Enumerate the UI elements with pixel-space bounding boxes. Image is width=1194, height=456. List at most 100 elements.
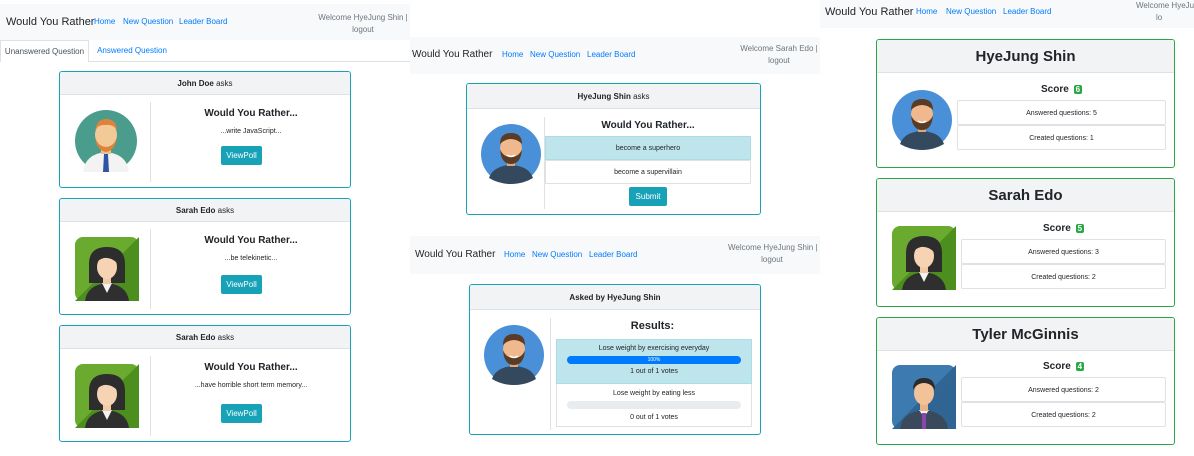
results-panel: Would You Rather Home New Question Leade… (410, 236, 820, 446)
option-two[interactable]: become a supervillain (545, 160, 751, 184)
nav-leader-board[interactable]: Leader Board (587, 50, 635, 59)
asks-label: asks (633, 92, 650, 101)
welcome-text: Welcome HyeJu lo (1136, 0, 1194, 24)
nav-home[interactable]: Home (916, 7, 937, 16)
user-name: HyeJung Shin (877, 40, 1174, 73)
avatar-man-blond-beard-icon (75, 110, 137, 172)
nav-home[interactable]: Home (502, 50, 523, 59)
created-count: Created questions: 2 (961, 264, 1166, 289)
asks-label: asks (217, 333, 235, 342)
navbar: Would You Rather Home New Question Leade… (820, 0, 1194, 28)
created-count: Created questions: 2 (961, 402, 1166, 427)
brand[interactable]: Would You Rather (415, 249, 495, 260)
nav-leader-board[interactable]: Leader Board (179, 17, 227, 26)
score-badge: 4 (1075, 362, 1085, 371)
vote-count: 0 out of 1 votes (630, 414, 678, 421)
score-badge: 6 (1073, 85, 1083, 94)
asks-label: asks (217, 206, 235, 215)
avatar-man-beard-blue-bg-icon (484, 325, 544, 385)
score: Score 6 (957, 84, 1166, 95)
logout-link[interactable]: lo (1136, 12, 1194, 24)
progress-track: 100% (567, 356, 741, 364)
nav-leader-board[interactable]: Leader Board (1003, 7, 1051, 16)
card-header: Sarah Edo asks (60, 326, 350, 349)
result-option-two: Lose weight by eating less 0 out of 1 vo… (556, 384, 752, 427)
avatar-man-beard-blue-bg-icon (892, 90, 952, 150)
nav-new-question[interactable]: New Question (530, 50, 580, 59)
logout-link[interactable]: logout (728, 254, 816, 266)
card-header: Asked by HyeJung Shin (470, 285, 760, 310)
question-preview: ...be telekinetic... (224, 255, 278, 262)
welcome-text: Welcome Sarah Edo | logout (740, 43, 818, 67)
question-title: Would You Rather... (204, 362, 298, 373)
view-poll-button[interactable]: ViewPoll (221, 404, 262, 423)
poll-panel: Would You Rather Home New Question Leade… (410, 37, 820, 220)
brand[interactable]: Would You Rather (825, 6, 913, 18)
asked-by: Asked by HyeJung Shin (569, 293, 661, 302)
score: Score 5 (961, 223, 1166, 234)
author-name: Sarah Edo (175, 333, 216, 342)
tab-unanswered[interactable]: Unanswered Question (0, 40, 89, 62)
welcome-text: Welcome HyeJung Shin | logout (318, 12, 408, 36)
nav-home[interactable]: Home (94, 17, 115, 26)
brand[interactable]: Would You Rather (6, 16, 94, 28)
tabs: Unanswered Question Answered Question (0, 40, 410, 62)
avatar-man-beard-blue-bg-icon (481, 124, 541, 184)
score-label: Score (1042, 361, 1071, 372)
user-name: Sarah Edo (877, 179, 1174, 212)
asks-label: asks (216, 79, 233, 88)
score-label: Score (1040, 84, 1069, 95)
question-card: Sarah Edo asks Would You Rather... ...ha… (59, 325, 351, 442)
result-option-one: Lose weight by exercising everyday 100% … (556, 339, 752, 384)
nav-new-question[interactable]: New Question (946, 7, 996, 16)
avatar-man-suit-blue-bg-icon (892, 365, 956, 429)
avatar-woman-green-bg-icon (75, 237, 139, 301)
score-badge: 5 (1075, 224, 1085, 233)
answered-count: Answered questions: 5 (957, 100, 1166, 125)
card-header: John Doe asks (60, 72, 350, 95)
author-name: Sarah Edo (175, 206, 216, 215)
brand[interactable]: Would You Rather (412, 49, 492, 60)
leaderboard-card: HyeJung Shin Score 6 Answered questions:… (876, 39, 1175, 168)
divider (550, 318, 551, 430)
card-header: HyeJung Shin asks (467, 84, 760, 109)
avatar-woman-green-bg-icon (75, 364, 139, 428)
nav-leader-board[interactable]: Leader Board (589, 250, 637, 259)
progress-fill: 100% (567, 356, 741, 364)
view-poll-button[interactable]: ViewPoll (221, 146, 262, 165)
question-title: Would You Rather... (204, 108, 298, 119)
question-card: Sarah Edo asks Would You Rather... ...be… (59, 198, 351, 315)
leaderboard-card: Sarah Edo Score 5 Answered questions: 3 … (876, 178, 1175, 307)
logout-link[interactable]: logout (318, 24, 408, 36)
nav-new-question[interactable]: New Question (532, 250, 582, 259)
created-count: Created questions: 1 (957, 125, 1166, 150)
submit-button[interactable]: Submit (629, 187, 667, 206)
card-header: Sarah Edo asks (60, 199, 350, 222)
welcome-user: Welcome HyeJu (1136, 1, 1194, 10)
answered-count: Answered questions: 3 (961, 239, 1166, 264)
welcome-user: Welcome HyeJung Shin | (728, 243, 818, 252)
score: Score 4 (961, 361, 1166, 372)
option-text: Lose weight by eating less (612, 390, 696, 397)
navbar: Would You Rather Home New Question Leade… (0, 4, 410, 40)
author-name: John Doe (177, 79, 214, 88)
logout-link[interactable]: logout (740, 55, 818, 67)
leaderboard-card: Tyler McGinnis Score 4 Answered question… (876, 317, 1175, 445)
results-title: Results: (630, 320, 675, 332)
view-poll-button[interactable]: ViewPoll (221, 275, 262, 294)
leaderboard-panel: Would You Rather Home New Question Leade… (820, 0, 1194, 456)
question-preview: ...write JavaScript... (220, 128, 282, 135)
results-card: Asked by HyeJung Shin Results: Lose weig… (469, 284, 761, 435)
navbar: Would You Rather Home New Question Leade… (410, 236, 820, 274)
nav-home[interactable]: Home (504, 250, 525, 259)
vote-count: 1 out of 1 votes (630, 368, 678, 375)
question-preview: ...have horrible short term memory... (194, 382, 308, 389)
navbar: Would You Rather Home New Question Leade… (410, 37, 820, 74)
nav-new-question[interactable]: New Question (123, 17, 173, 26)
welcome-user: Welcome Sarah Edo | (740, 44, 818, 53)
option-one[interactable]: become a superhero (545, 136, 751, 160)
question-card: John Doe asks Would You Rather... ...wri… (59, 71, 351, 188)
question-title: Would You Rather... (601, 120, 695, 131)
progress-track (567, 401, 741, 409)
tab-answered[interactable]: Answered Question (90, 40, 174, 62)
